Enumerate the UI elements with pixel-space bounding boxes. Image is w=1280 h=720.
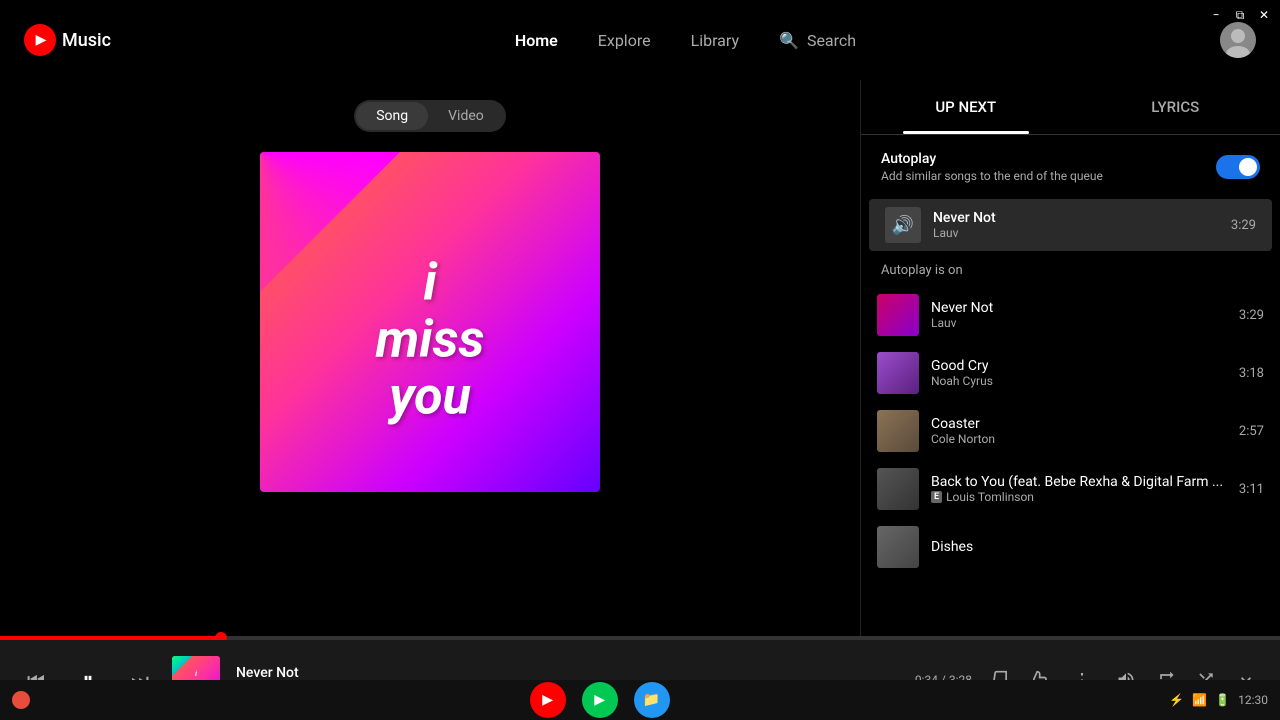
queue-info: Dishes — [931, 539, 1256, 555]
queue-info: Coaster Cole Norton — [931, 416, 1231, 446]
taskbar-left — [12, 691, 30, 709]
left-panel: Song Video i miss you — [0, 80, 860, 640]
queue-duration: 3:11 — [1239, 482, 1264, 497]
taskbar-battery-icon: 🔋 — [1215, 693, 1230, 707]
minimize-button[interactable]: − — [1208, 7, 1224, 23]
video-tab[interactable]: Video — [428, 102, 504, 130]
taskbar-dot — [12, 691, 30, 709]
queue-item[interactable]: Coaster Cole Norton 2:57 — [861, 402, 1280, 460]
autoplay-on-label: Autoplay is on — [861, 251, 1280, 286]
queue-artist: E Louis Tomlinson — [931, 490, 1231, 504]
taskbar-flash-icon: ⚡ — [1169, 693, 1184, 707]
queue-title: Never Not — [931, 300, 1231, 316]
maximize-button[interactable]: ⧉ — [1232, 7, 1248, 23]
album-art-background: i miss you — [260, 152, 600, 492]
queue-thumb — [877, 526, 919, 568]
queue-title: Good Cry — [931, 358, 1231, 374]
queue-item[interactable]: Back to You (feat. Bebe Rexha & Digital … — [861, 460, 1280, 518]
queue-list: Never Not Lauv 3:29 Good Cry Noah Cyrus … — [861, 286, 1280, 640]
now-playing-info: Never Not Lauv — [933, 210, 1231, 240]
close-button[interactable]: ✕ — [1256, 7, 1272, 23]
header: Music Home Explore Library 🔍 Search — [0, 0, 1280, 80]
autoplay-text: Autoplay Add similar songs to the end of… — [881, 151, 1103, 183]
queue-item[interactable]: Never Not Lauv 3:29 — [861, 286, 1280, 344]
queue-duration: 3:18 — [1239, 366, 1264, 381]
search-area[interactable]: 🔍 Search — [779, 31, 856, 50]
search-label[interactable]: Search — [807, 31, 856, 50]
taskbar-center: ▶ ▶ 📁 — [530, 682, 670, 718]
view-toggle: Song Video — [354, 100, 506, 132]
taskbar-wifi-icon: 📶 — [1192, 693, 1207, 707]
right-panel: UP NEXT LYRICS Autoplay Add similar song… — [860, 80, 1280, 640]
queue-item[interactable]: Good Cry Noah Cyrus 3:18 — [861, 344, 1280, 402]
taskbar-files-icon[interactable]: 📁 — [634, 682, 670, 718]
system-taskbar: ▶ ▶ 📁 ⚡ 📶 🔋 12:30 — [0, 680, 1280, 720]
autoplay-desc: Add similar songs to the end of the queu… — [881, 169, 1103, 183]
queue-thumb — [877, 294, 919, 336]
now-playing-artist: Lauv — [933, 226, 1231, 240]
autoplay-toggle[interactable] — [1216, 155, 1260, 179]
search-icon: 🔍 — [779, 31, 799, 50]
taskbar-time: 12:30 — [1238, 693, 1268, 707]
autoplay-row: Autoplay Add similar songs to the end of… — [861, 135, 1280, 199]
album-art-text: i miss you — [376, 253, 485, 425]
nav-home[interactable]: Home — [515, 31, 558, 50]
queue-info: Back to You (feat. Bebe Rexha & Digital … — [931, 474, 1231, 504]
tab-lyrics[interactable]: LYRICS — [1071, 80, 1280, 134]
logo-text: Music — [62, 30, 111, 51]
queue-thumb — [877, 352, 919, 394]
song-tab[interactable]: Song — [356, 102, 428, 130]
logo[interactable]: Music — [24, 24, 111, 56]
title-bar: − ⧉ ✕ — [1140, 0, 1280, 30]
queue-thumb — [877, 410, 919, 452]
album-art-container: i miss you — [260, 152, 600, 492]
queue-artist: Lauv — [931, 316, 1231, 330]
right-panel-tabs: UP NEXT LYRICS — [861, 80, 1280, 135]
svg-text:i: i — [195, 670, 197, 678]
album-art: i miss you — [260, 152, 600, 492]
now-playing-title: Never Not — [933, 210, 1231, 226]
explicit-badge: E — [931, 491, 942, 503]
taskbar-play-icon[interactable]: ▶ — [582, 682, 618, 718]
queue-title: Coaster — [931, 416, 1231, 432]
queue-info: Never Not Lauv — [931, 300, 1231, 330]
queue-title: Back to You (feat. Bebe Rexha & Digital … — [931, 474, 1231, 490]
speaker-icon: 🔊 — [892, 215, 914, 236]
queue-title: Dishes — [931, 539, 1256, 555]
yt-music-logo-icon — [24, 24, 56, 56]
now-playing-duration: 3:29 — [1231, 218, 1256, 233]
now-playing-row[interactable]: 🔊 Never Not Lauv 3:29 — [869, 199, 1272, 251]
nav-library[interactable]: Library — [691, 31, 739, 50]
queue-duration: 2:57 — [1239, 424, 1264, 439]
queue-artist: Noah Cyrus — [931, 374, 1231, 388]
queue-artist: Cole Norton — [931, 432, 1231, 446]
queue-info: Good Cry Noah Cyrus — [931, 358, 1231, 388]
now-playing-icon: 🔊 — [885, 207, 921, 243]
player-song-title: Never Not — [236, 665, 899, 681]
queue-item[interactable]: Dishes — [861, 518, 1280, 576]
autoplay-title: Autoplay — [881, 151, 1103, 167]
nav-explore[interactable]: Explore — [598, 31, 651, 50]
taskbar-right: ⚡ 📶 🔋 12:30 — [1169, 693, 1268, 707]
tab-up-next[interactable]: UP NEXT — [861, 80, 1071, 134]
queue-duration: 3:29 — [1239, 308, 1264, 323]
queue-thumb — [877, 468, 919, 510]
main-nav: Home Explore Library 🔍 Search — [171, 31, 1200, 50]
taskbar-yt-icon[interactable]: ▶ — [530, 682, 566, 718]
